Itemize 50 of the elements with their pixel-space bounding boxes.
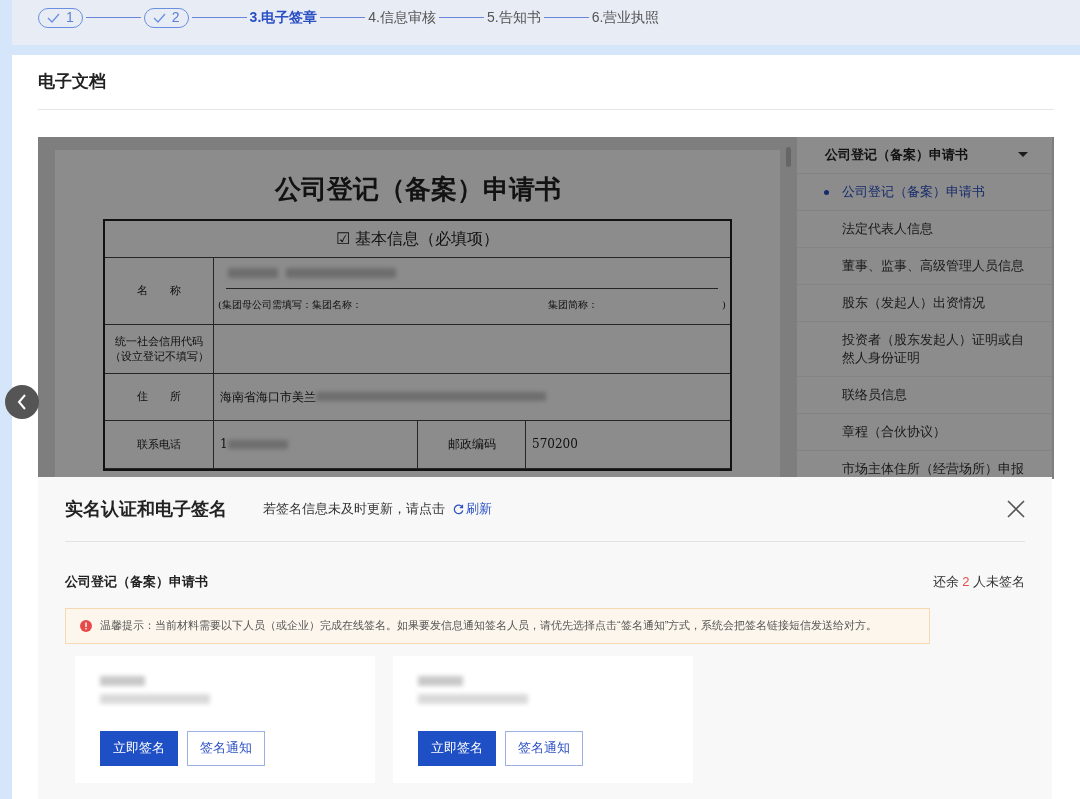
table-cell-text: (集团母公司需填写：集团名称：: [218, 297, 363, 312]
table-cell: 名 称: [105, 257, 214, 324]
outline-item[interactable]: 章程（合伙协议）: [797, 413, 1052, 451]
close-icon[interactable]: [1007, 500, 1025, 518]
blurred-text: [100, 675, 145, 686]
step[interactable]: 5.告知书: [486, 7, 541, 28]
section-title: 电子文档: [38, 55, 1054, 110]
step[interactable]: 6.营业执照: [591, 7, 660, 28]
check-icon: [47, 12, 60, 23]
table-cell-text: ): [722, 297, 726, 312]
check-icon: [152, 12, 166, 23]
notify-button[interactable]: 签名通知: [187, 730, 265, 766]
warning-icon: [80, 619, 92, 632]
notify-button[interactable]: 签名通知: [505, 730, 583, 766]
notice-text: 温馨提示：当前材料需要以下人员（或企业）完成在线签名。如果要发信息通知签名人员，请优先选择点击“签名通知”方式，系统会把签名链接短信发送给对方。: [100, 618, 878, 634]
outline-item[interactable]: 董事、监事、高级管理人员信息: [797, 247, 1052, 285]
outline-item[interactable]: 法定代表人信息: [797, 210, 1052, 248]
bullet-icon: [824, 189, 829, 195]
blurred-text: [227, 439, 288, 449]
outline-item[interactable]: 投资者（股东发起人）证明或自然人身份证明: [797, 321, 1052, 377]
refresh-link[interactable]: 刷新: [453, 499, 492, 519]
previous-button[interactable]: [5, 385, 39, 419]
step[interactable]: 3.电子签章: [249, 7, 318, 28]
table-cell-text: 1: [220, 436, 228, 453]
table-cell-text: 海南省海口市美兰: [220, 388, 316, 406]
outline-item[interactable]: 联络员信息: [797, 376, 1052, 414]
document-title: 公司登记（备案）申请书: [273, 172, 562, 206]
blurred-text: [418, 675, 463, 686]
blurred-text: [228, 267, 278, 278]
refresh-icon: [453, 503, 464, 515]
hint-text: 若签名信息未及时更新，请点击: [263, 500, 445, 519]
document-name: 公司登记（备案）申请书: [65, 573, 208, 591]
remaining-count: 还余 2 人未签名: [932, 573, 1025, 591]
outline-header: 公司登记（备案）申请书: [825, 145, 968, 164]
table-cell-text: 集团简称：: [548, 297, 599, 312]
scrollbar-thumb[interactable]: [786, 146, 791, 167]
table-cell: 邮政编码: [418, 420, 526, 468]
table-cell: 统一社会信用代码（设立登记不填写）: [105, 324, 214, 373]
panel-title: 实名认证和电子签名: [65, 497, 227, 521]
table-cell: 住 所: [105, 373, 214, 420]
step[interactable]: 4.信息审核: [368, 7, 436, 28]
table-cell: 联系电话: [105, 420, 214, 468]
sign-button[interactable]: 立即签名: [100, 730, 178, 766]
outline-item[interactable]: 公司登记（备案）申请书: [797, 173, 1052, 211]
table-heading: ☑ 基本信息（必填项）: [105, 220, 730, 258]
chevron-left-icon: [16, 393, 28, 411]
sign-button[interactable]: 立即签名: [418, 730, 496, 766]
caret-icon[interactable]: [1018, 152, 1028, 157]
outline-item[interactable]: 股东（发起人）出资情况: [797, 284, 1052, 322]
table-cell-text: 570200: [531, 436, 579, 453]
